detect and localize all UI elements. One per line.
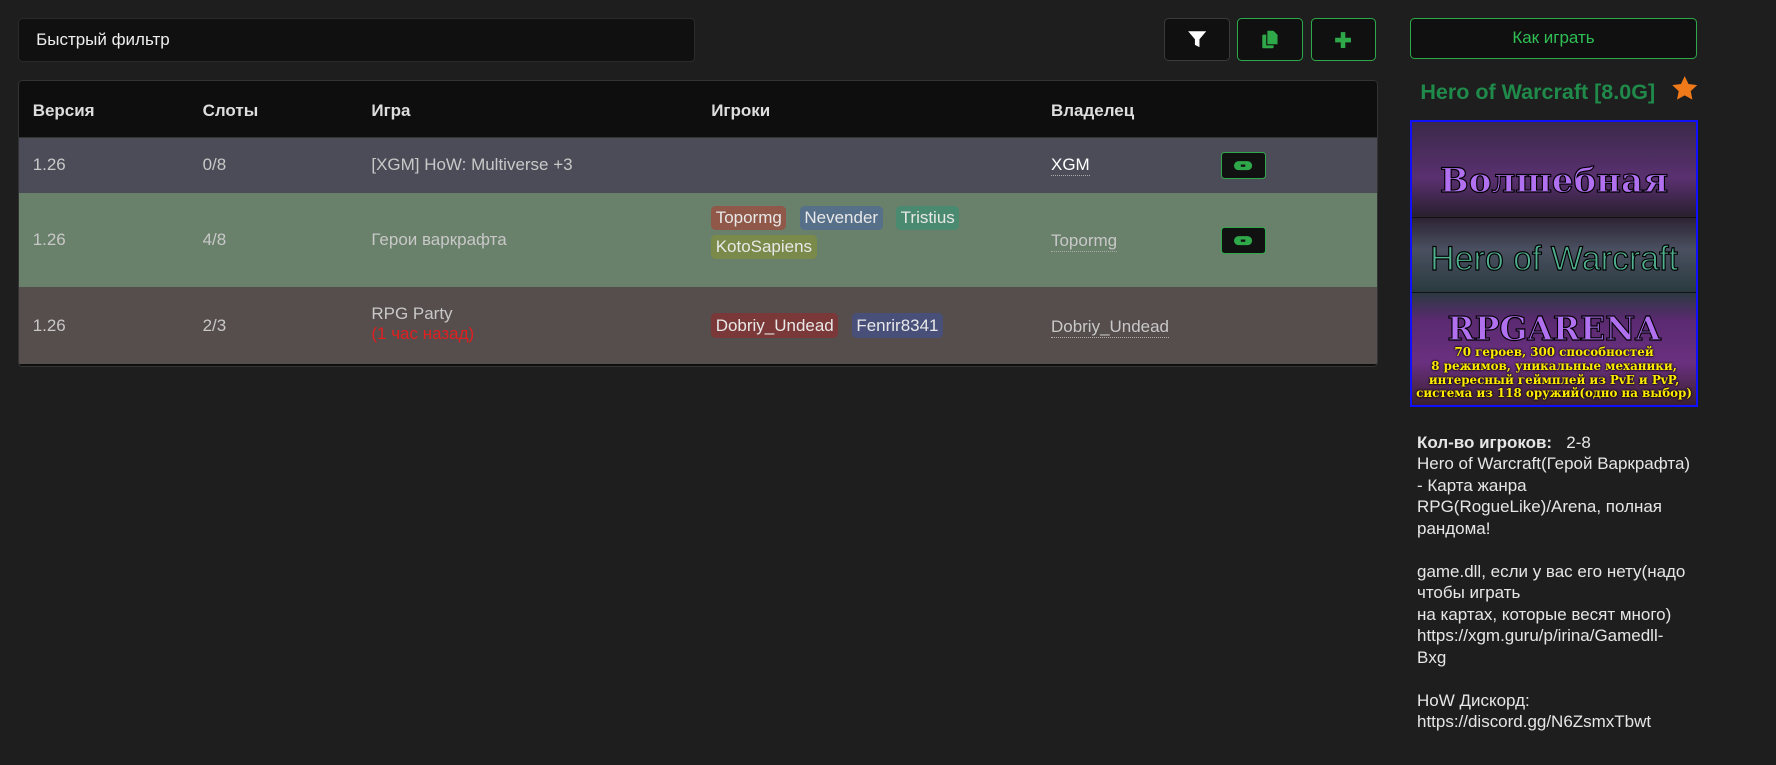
table-row[interactable]: 1.26 2/3 RPG Party (1 час назад) Dobriy_Unde… [19,287,1378,365]
owner-link[interactable]: Topormg [1050,231,1118,253]
header-version: Версия [32,100,95,120]
copy-button[interactable] [1236,18,1303,62]
players-count-label: Кол-во игроков: [1417,432,1553,452]
add-button[interactable] [1310,18,1377,62]
gamepad-icon [1234,235,1253,245]
players-cell: Dobriy_Undead Fenrir8341 [711,311,1028,340]
gamepad-icon [1234,161,1253,171]
quick-filter-input[interactable] [18,18,696,63]
slots-cell: 2/3 [202,315,227,335]
game-title: Hero of Warcraft [8.0G] [1420,75,1699,105]
player-tag[interactable]: Tristius [896,205,960,231]
player-tag[interactable]: KotoSapiens [711,234,817,260]
star-icon[interactable] [1670,75,1699,102]
games-table: Версия Слоты Игра Игроки Владелец 1.26 0/… [18,80,1379,367]
plus-icon [1335,31,1352,48]
banner-line: 8 режимов, уникальные механики, [1431,358,1677,373]
game-name: Герои варкрафта [371,230,507,250]
join-game-button[interactable] [1220,152,1267,180]
description-text: Hero of Warcraft(Герой Варкрафта) - Карт… [1417,454,1691,732]
players-count-value: 2-8 [1566,432,1591,452]
copy-icon [1261,30,1279,49]
banner-line: 70 героев, 300 способностей [1454,345,1654,360]
game-name: [XGM] HoW: Multiverse +3 [371,155,573,175]
slots-cell: 0/8 [202,155,227,175]
filter-icon [1188,31,1207,48]
player-tag[interactable]: Nevender [799,205,883,231]
owner-link[interactable]: Dobriy_Undead [1050,317,1170,338]
banner-line: Hero of Warcraft [1430,239,1679,278]
banner-line: RPGARENA [1447,308,1661,348]
version-cell: 1.26 [32,230,66,250]
player-tag[interactable]: Topormg [711,205,787,231]
header-slots: Слоты [202,100,259,120]
game-description: Кол-во игроков: 2-8 Hero of Warcraft(Гер… [1417,432,1700,733]
players-cell: Topormg Nevender Tristius KotoSapiens [711,204,1028,262]
game-cell: Герои варкрафта [371,230,506,250]
player-tag[interactable]: Fenrir8341 [851,313,943,338]
owner-link[interactable]: XGM [1050,155,1090,177]
join-game-button[interactable] [1220,226,1267,254]
filter-button[interactable] [1164,18,1231,62]
version-cell: 1.26 [32,315,66,335]
table-row[interactable]: 1.26 4/8 Герои варкрафта Topormg Nevender Tri… [19,193,1378,288]
game-name: RPG Party [371,304,453,324]
header-players: Игроки [711,100,771,120]
banner-line: система из 118 оружий(одно на выбор) [1416,386,1692,401]
header-game: Игра [371,100,411,120]
game-title-text: Hero of Warcraft [8.0G] [1420,79,1656,104]
version-cell: 1.26 [32,155,66,175]
game-banner-image: Волшебная Hero of Warcraft RPGARENA 70 г… [1410,120,1698,407]
game-cell: [XGM] HoW: Multiverse +3 [371,155,572,175]
banner-caption: 70 героев, 300 способностей 8 режимов, у… [1412,346,1696,400]
header-owner: Владелец [1050,100,1135,120]
game-cell: RPG Party (1 час назад) [371,304,474,344]
how-to-play-button[interactable]: Как играть [1410,18,1697,59]
table-header: Версия Слоты Игра Игроки Владелец [19,81,1378,138]
player-tag[interactable]: Dobriy_Undead [711,313,839,338]
table-row[interactable]: 1.26 0/8 [XGM] HoW: Multiverse +3 XGM [19,137,1378,194]
slots-cell: 4/8 [202,230,227,250]
game-age: (1 час назад) [371,324,475,344]
banner-line: Волшебная [1439,160,1669,201]
